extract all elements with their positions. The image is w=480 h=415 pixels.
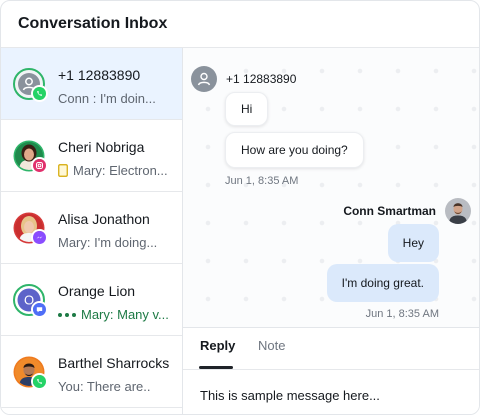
message-input[interactable]: This is sample message here... [200,388,380,403]
typing-indicator-icon [58,312,76,317]
composer-tabs: Reply Note [183,328,479,370]
outgoing-message: I'm doing great. [326,264,439,302]
conversation-item-5[interactable]: Barthel Sharrocks You: There are.. [1,336,182,408]
preview-text: Conn : I'm doin... [58,91,156,106]
agent-avatar-icon [445,198,471,224]
conversation-inbox-window: Conversation Inbox +1 12883890 Conn : I'… [0,0,480,415]
outgoing-message: Hey [387,224,439,262]
whatsapp-icon [31,85,48,102]
contact-sender-row: +1 12883890 [191,66,296,92]
outgoing-timestamp: Jun 1, 8:35 AM [365,308,439,320]
incoming-message: Hi [225,92,269,126]
message-thread[interactable]: +1 12883890 Hi How are you doing? Jun 1,… [183,48,479,327]
conversation-preview: You: There are.. [58,379,176,394]
preview-text: Mary: Many v... [81,307,169,322]
contact-name: +1 12883890 [226,72,297,86]
avatar [13,140,48,174]
conversation-item-3[interactable]: Alisa Jonathon Mary: I'm doing... [1,192,182,264]
reply-composer: Reply Note This is sample message here..… [183,327,479,414]
active-tab-indicator [199,366,233,369]
messenger-icon [31,229,48,246]
user-placeholder-icon [191,66,217,92]
conversation-name: Barthel Sharrocks [58,355,170,371]
avatar [13,212,48,246]
agent-sender-row: Conn Smartman [343,198,471,224]
conversation-list: +1 12883890 Conn : I'm doin... Cheri Nob… [1,48,183,414]
conversation-name: Orange Lion [58,283,136,299]
conversation-preview: Mary: Many v... [58,307,176,322]
incoming-message: How are you doing? [225,132,364,168]
conversation-name: Cheri Nobriga [58,139,145,155]
conversation-name: Alisa Jonathon [58,211,150,227]
avatar: O [13,284,48,318]
conversation-item-1[interactable]: +1 12883890 Conn : I'm doin... [1,48,182,120]
tab-reply[interactable]: Reply [200,338,235,353]
instagram-icon [31,157,48,174]
whatsapp-icon [31,373,48,390]
conversation-preview: Mary: I'm doing... [58,235,176,250]
conversation-preview: Conn : I'm doin... [58,91,176,106]
page-title: Conversation Inbox [18,15,168,32]
conversation-item-4[interactable]: O Orange Lion Mary: Many v... [1,264,182,336]
chat-bubble-icon [31,301,48,318]
agent-name: Conn Smartman [343,204,436,218]
preview-text: Mary: I'm doing... [58,235,158,250]
conversation-name: +1 12883890 [58,67,141,83]
incoming-timestamp: Jun 1, 8:35 AM [225,175,299,187]
preview-text: You: There are.. [58,379,151,394]
conversation-preview: Mary: Electron... [58,163,176,178]
inbox-header: Conversation Inbox [1,1,479,48]
avatar [13,356,48,390]
tab-note[interactable]: Note [258,338,285,353]
conversation-item-2[interactable]: Cheri Nobriga Mary: Electron... [1,120,182,192]
note-icon [58,164,68,177]
preview-text: Mary: Electron... [73,163,168,178]
avatar [13,68,48,102]
